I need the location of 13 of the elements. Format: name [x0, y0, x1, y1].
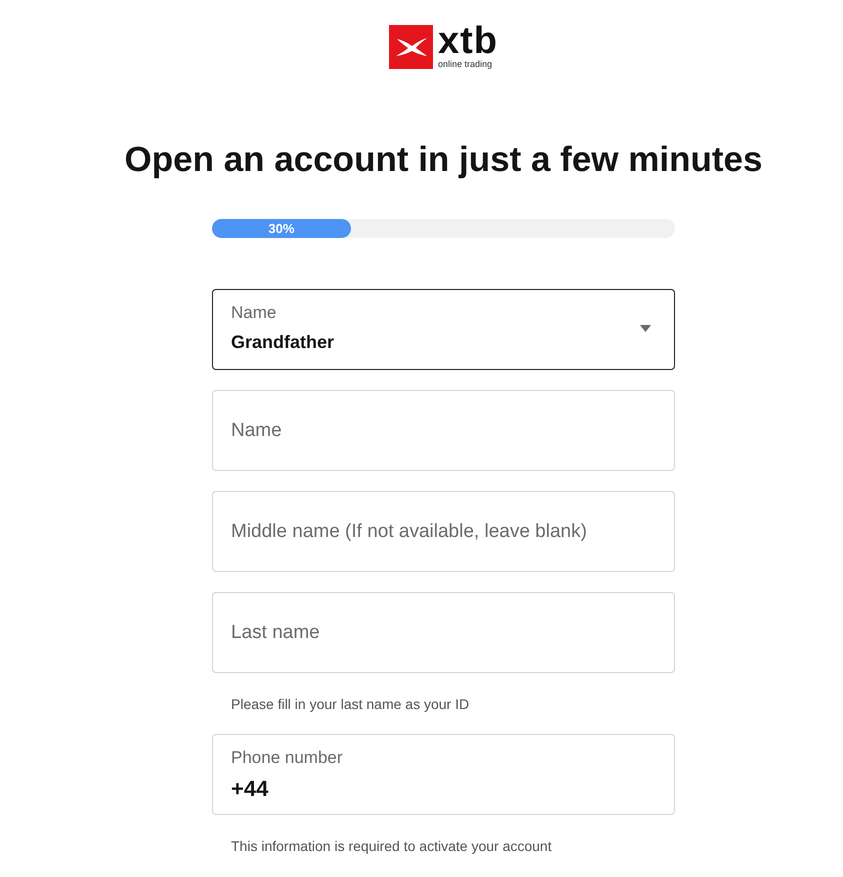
- dropdown-field[interactable]: Name Grandfather: [212, 289, 675, 370]
- page-heading: Open an account in just a few minutes: [124, 139, 762, 181]
- phone-field[interactable]: Phone number +44: [212, 734, 675, 815]
- logo-tagline: online trading: [438, 59, 494, 69]
- caret-icon: [640, 325, 651, 332]
- text-field[interactable]: Middle name (If not available, leave blank): [212, 491, 675, 572]
- progress-label: 30%: [268, 221, 294, 236]
- helper-text: This information is required to activate your account: [231, 837, 553, 856]
- text-field[interactable]: Name: [212, 390, 675, 471]
- logo-icon: [389, 25, 433, 69]
- helper-text: Please fill in your last name as your ID: [231, 695, 470, 714]
- logo-wordmark: xtb: [438, 24, 498, 58]
- text-field[interactable]: Last name: [212, 592, 675, 673]
